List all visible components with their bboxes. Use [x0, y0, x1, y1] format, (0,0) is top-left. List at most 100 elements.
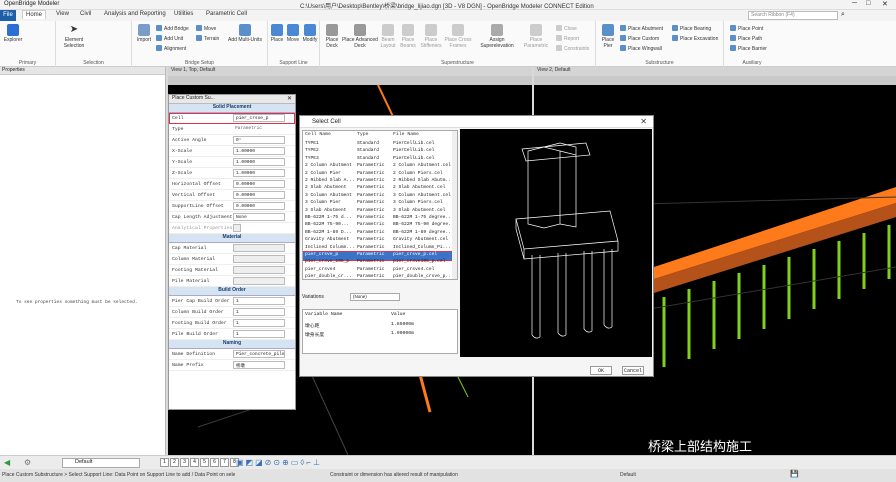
column-material-field[interactable] [233, 255, 285, 263]
explorer-button[interactable]: Explorer [2, 24, 24, 43]
place-wingwall-button[interactable]: Place Wingwall [620, 45, 662, 52]
cap-build-field[interactable]: 1 [233, 297, 285, 305]
section-material[interactable]: Material [169, 234, 295, 243]
pile-material-field[interactable] [233, 277, 285, 285]
z-scale-row[interactable]: Z-Scale 1.00000 [169, 168, 295, 179]
terrain-button[interactable]: Terrain [196, 35, 219, 42]
footing-material-field[interactable] [233, 266, 285, 274]
tab-parametric-cell[interactable]: Parametric Cell [206, 11, 247, 17]
tab-utilities[interactable]: Utilities [174, 11, 193, 17]
close-icon[interactable]: ✕ [640, 117, 647, 126]
cell-row[interactable]: Cell pier_crsve_p [169, 113, 295, 124]
view-button-3[interactable]: 3 [180, 458, 189, 467]
pile-build-field[interactable]: 1 [233, 330, 285, 338]
place-cross-frames-button[interactable]: Place Cross Frames [444, 24, 472, 49]
dialog-close-icon[interactable]: ✕ [287, 95, 292, 102]
cell-table[interactable]: Cell Name Type File Name TYPE1 Standard Pi… [302, 130, 458, 280]
place-path-button[interactable]: Place Path [730, 35, 762, 42]
close-super-button[interactable]: Close [556, 25, 577, 32]
pile-material-row[interactable]: Pile Material [169, 276, 295, 287]
add-unit-button[interactable]: Add Unit [156, 35, 183, 42]
supportline-offset-row[interactable]: SupportLine Offset 0.00000 [169, 201, 295, 212]
beam-layout-button[interactable]: Beam Layout [378, 24, 398, 49]
footing-build-field[interactable]: 1 [233, 319, 285, 327]
cap-material-row[interactable]: Cap Material [169, 243, 295, 254]
analytical-checkbox[interactable] [233, 224, 241, 232]
place-abutment-button[interactable]: Place Abutment [620, 25, 663, 32]
view-button-6[interactable]: 6 [210, 458, 219, 467]
active-angle-field[interactable]: 0° [233, 136, 285, 144]
col-cell-name[interactable]: Cell Name [305, 132, 331, 137]
place-beams-button[interactable]: Place Beams [398, 24, 418, 49]
constraints-button[interactable]: Constraints [556, 45, 589, 52]
tab-view[interactable]: View [56, 11, 69, 17]
minimize-icon[interactable]: ─ [852, 0, 857, 7]
settings-icon[interactable]: ⚙ [24, 458, 31, 467]
y-scale-row[interactable]: Y-Scale 1.00000 [169, 157, 295, 168]
variable-value[interactable]: 1.85000m [391, 322, 414, 327]
save-icon[interactable]: 💾 [790, 470, 799, 478]
modify-support-button[interactable]: Modify [302, 24, 318, 43]
add-multi-units-button[interactable]: Add Multi-Units [228, 24, 262, 43]
section-build-order[interactable]: Build Order [169, 287, 295, 296]
cell-list-item[interactable]: pier_double_cr... Parametric pier_double_c… [303, 274, 454, 279]
pile-build-row[interactable]: Pile Build Order 1 [169, 329, 295, 340]
x-scale-field[interactable]: 1.00000 [233, 147, 285, 155]
maximize-icon[interactable]: □ [866, 0, 870, 7]
place-support-button[interactable]: Place [270, 24, 284, 43]
status-level[interactable]: Default [620, 472, 636, 478]
name-prefix-field[interactable]: 桥墩 [233, 361, 285, 369]
horizontal-offset-field[interactable]: 0.00000 [233, 180, 285, 188]
assign-superelevation-button[interactable]: Assign Superelevation [474, 24, 520, 49]
view-button-1[interactable]: 1 [160, 458, 169, 467]
x-scale-row[interactable]: X-Scale 1.00000 [169, 146, 295, 157]
variable-value[interactable]: 1.90000m [391, 331, 414, 336]
col-file-name[interactable]: File Name [393, 132, 419, 137]
tab-file[interactable]: File [0, 10, 16, 21]
name-prefix-row[interactable]: Name Prefix 桥墩 [169, 360, 295, 371]
snap-icons[interactable]: ▣◩◪⊘⊙⊕▭◊⌐⊥ [236, 458, 322, 467]
ok-button[interactable]: OK [590, 366, 612, 375]
column-build-row[interactable]: Column Build Order 1 [169, 307, 295, 318]
place-stiffeners-button[interactable]: Place Stiffeners [418, 24, 444, 49]
view-button-5[interactable]: 5 [200, 458, 209, 467]
place-excavation-button[interactable]: Place Excavation [672, 35, 718, 42]
cell-field[interactable]: pier_crsve_p [233, 114, 285, 122]
col-type[interactable]: Type [357, 132, 369, 137]
cap-length-select[interactable]: None [233, 213, 285, 221]
vertical-offset-row[interactable]: Vertical Offset 0.00000 [169, 190, 295, 201]
place-bearing-button[interactable]: Place Bearing [672, 25, 711, 32]
y-scale-field[interactable]: 1.00000 [233, 158, 285, 166]
column-build-field[interactable]: 1 [233, 308, 285, 316]
place-advanced-deck-button[interactable]: Place Advanced Deck [342, 24, 378, 49]
report-button[interactable]: Report [556, 35, 579, 42]
footing-material-row[interactable]: Footing Material [169, 265, 295, 276]
tab-analysis[interactable]: Analysis and Reporting [104, 11, 166, 17]
cancel-button[interactable]: Cancel [622, 366, 644, 375]
view-button-4[interactable]: 4 [190, 458, 199, 467]
cap-build-row[interactable]: Pier Cap Build Order 1 [169, 296, 295, 307]
place-deck-button[interactable]: Place Deck [322, 24, 342, 49]
cap-length-row[interactable]: Cap Length Adjustment None [169, 212, 295, 223]
active-angle-row[interactable]: Active Angle 0° [169, 135, 295, 146]
place-barrier-button[interactable]: Place Barrier [730, 45, 767, 52]
cap-material-field[interactable] [233, 244, 285, 252]
tab-civil[interactable]: Civil [80, 11, 91, 17]
place-pier-button[interactable]: Place Pier [598, 24, 618, 49]
section-solid-placement[interactable]: Solid Placement [169, 104, 295, 113]
place-point-button[interactable]: Place Point [730, 25, 763, 32]
search-input[interactable]: Search Ribbon (F4) [748, 11, 838, 20]
add-bridge-button[interactable]: Add Bridge [156, 25, 189, 32]
footing-build-row[interactable]: Footing Build Order 1 [169, 318, 295, 329]
section-naming[interactable]: Naming [169, 340, 295, 349]
view-button-2[interactable]: 2 [170, 458, 179, 467]
move-support-button[interactable]: Move [286, 24, 300, 43]
view-button-7[interactable]: 7 [220, 458, 229, 467]
vertical-offset-field[interactable]: 0.00000 [233, 191, 285, 199]
back-icon[interactable]: ◀ [4, 458, 10, 467]
z-scale-field[interactable]: 1.00000 [233, 169, 285, 177]
variations-select[interactable]: (None) [350, 293, 400, 301]
supportline-offset-field[interactable]: 0.00000 [233, 202, 285, 210]
name-definition-row[interactable]: Name Definition Pier_concrete_pile [169, 349, 295, 360]
cell-table-scrollbar[interactable] [452, 131, 457, 279]
